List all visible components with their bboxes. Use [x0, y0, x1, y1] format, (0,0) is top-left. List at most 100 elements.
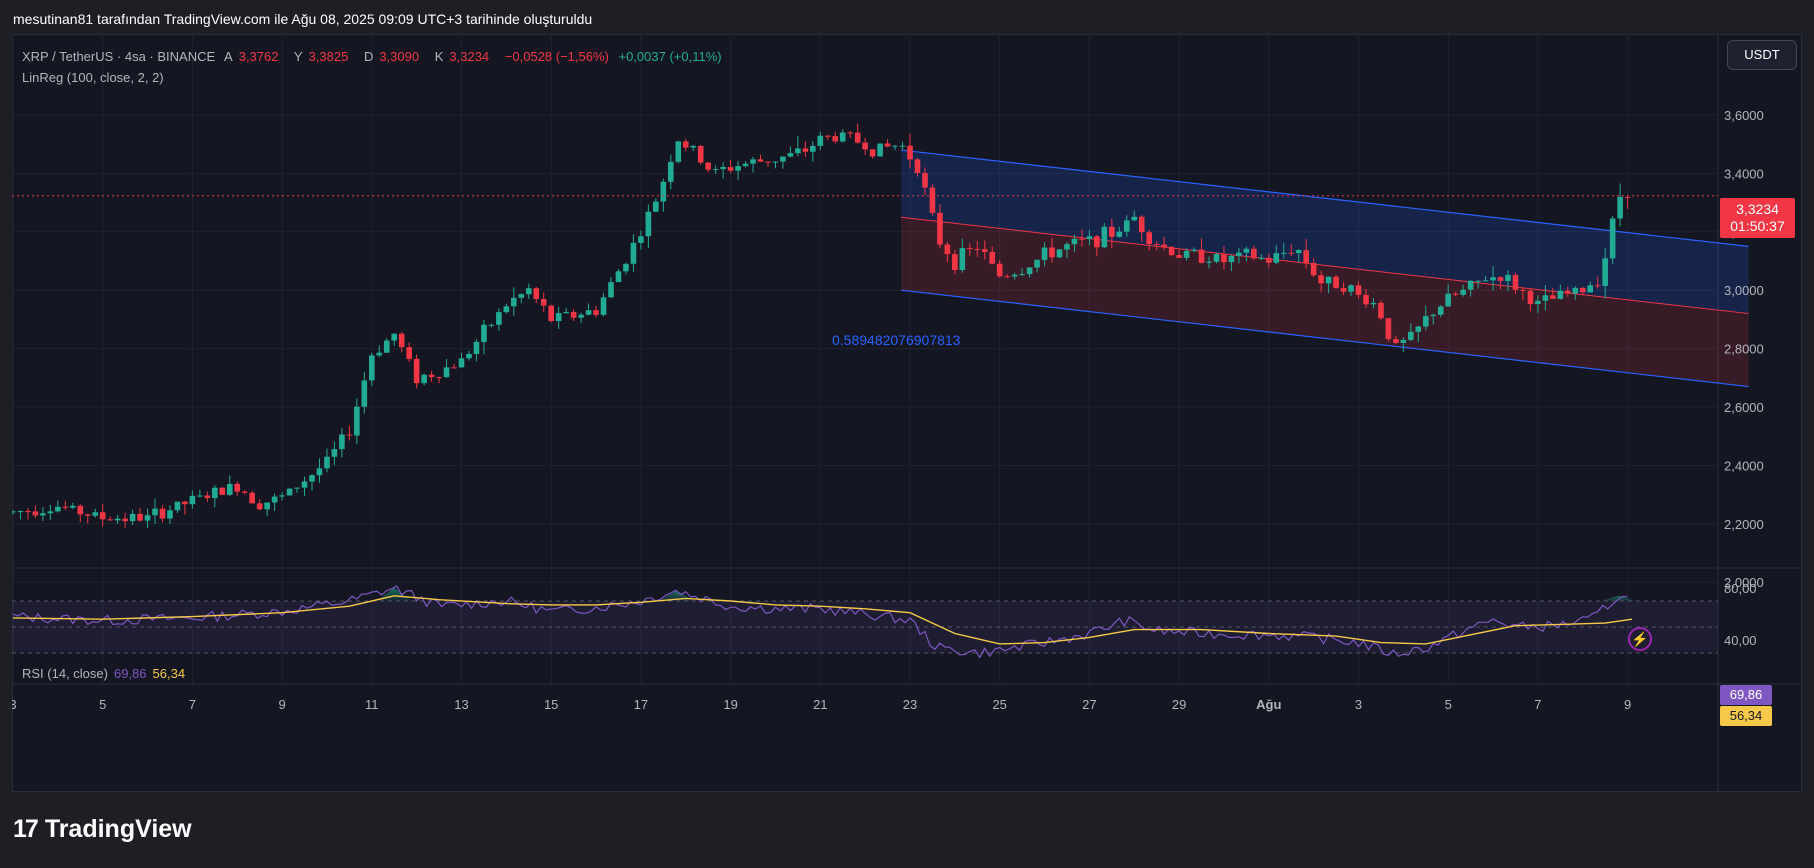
- candle-body: [795, 148, 801, 154]
- lightning-bolt-icon[interactable]: ⚡: [1628, 627, 1652, 651]
- candle-body: [1527, 290, 1534, 305]
- candle-body: [1153, 244, 1160, 246]
- candle-body: [1602, 258, 1608, 286]
- candle-body: [757, 159, 764, 162]
- candle-body: [944, 244, 951, 255]
- candle-body: [839, 132, 846, 142]
- low-label: D: [363, 49, 374, 64]
- logo-mark-icon: 17: [13, 815, 39, 843]
- candle-body: [1280, 252, 1287, 254]
- candle-body: [1363, 294, 1369, 305]
- candle-body: [548, 305, 554, 322]
- candle-body: [197, 495, 203, 497]
- candle-body: [1594, 285, 1601, 287]
- time-tick-label: 13: [454, 697, 468, 712]
- candle-body: [772, 161, 779, 163]
- time-tick-label: 29: [1172, 697, 1186, 712]
- candle-body: [981, 249, 988, 252]
- candle-body: [742, 163, 749, 167]
- candle-body: [727, 166, 734, 171]
- high-label: Y: [293, 49, 303, 64]
- candle-body: [212, 487, 218, 499]
- high-value: 3,3825: [308, 49, 349, 64]
- candle-body: [1624, 196, 1631, 198]
- candle-body: [712, 169, 719, 171]
- candle-body: [720, 166, 726, 170]
- rsi-value: 69,86: [113, 666, 147, 681]
- price-tick-label: 3,4000: [1724, 166, 1764, 181]
- candle-body: [189, 495, 196, 505]
- candle-body: [1378, 302, 1384, 319]
- price-axis[interactable]: 3,60003,40003,20003,00002,80002,60002,40…: [1724, 108, 1764, 590]
- candle-body: [787, 153, 794, 157]
- candle-body: [600, 297, 607, 315]
- candle-body: [1228, 255, 1235, 263]
- candle-body: [1482, 280, 1489, 282]
- candle-body: [1475, 280, 1481, 282]
- candle-body: [428, 374, 435, 378]
- chart-canvas[interactable]: 3,60003,40003,20003,00002,80002,60002,40…: [12, 34, 1802, 792]
- candle-body: [869, 149, 876, 157]
- candle-body: [309, 475, 315, 482]
- time-tick-label: 3: [12, 697, 17, 712]
- candle-body: [645, 211, 652, 237]
- price-tick-label: 2,8000: [1724, 342, 1764, 357]
- currency-button[interactable]: USDT: [1727, 40, 1797, 70]
- time-axis[interactable]: 3 5 7 9 11 13 15 17 19 21 23 25 27 29 Ağu 3 5 7 9: [12, 697, 1631, 712]
- candle-body: [765, 161, 771, 163]
- candle-body: [152, 508, 158, 516]
- candle-body: [107, 519, 113, 521]
- indicator-label[interactable]: LinReg (100, close, 2, 2): [22, 67, 728, 88]
- candle-body: [234, 483, 241, 492]
- candle-body: [854, 132, 861, 143]
- candle-body: [436, 377, 442, 379]
- candle-body: [937, 212, 943, 245]
- candle-body: [1251, 248, 1257, 259]
- candle-body: [735, 166, 741, 171]
- candle-body: [122, 518, 128, 522]
- time-tick-label: 7: [189, 697, 196, 712]
- last-price: 3,3234: [1736, 201, 1779, 217]
- candle-body: [391, 333, 398, 341]
- candle-body: [1116, 231, 1123, 237]
- candle-body: [32, 511, 39, 516]
- candle-body: [62, 506, 69, 508]
- rsi-label[interactable]: RSI (14, close): [22, 666, 108, 681]
- time-tick-label: 5: [1445, 697, 1452, 712]
- candle-body: [780, 156, 786, 162]
- candle-body: [324, 456, 330, 469]
- candle-body: [555, 313, 562, 322]
- change-value: −0,0528 (−1,56%): [504, 49, 609, 64]
- candle-body: [1071, 238, 1078, 245]
- secondary-change: +0,0037 (+0,11%): [618, 49, 722, 64]
- candle-body: [533, 288, 540, 300]
- rsi-legend: RSI (14, close) 69,86 56,34: [22, 666, 185, 681]
- channel-correlation-label: 0.589482076907813: [832, 332, 961, 348]
- candle-body: [690, 145, 697, 148]
- time-tick-label: 11: [365, 697, 379, 712]
- candle-body: [1236, 252, 1242, 256]
- header-bar: mesutinan81 tarafından TradingView.com i…: [0, 0, 1814, 34]
- candle-body: [376, 352, 383, 356]
- candle-body: [1617, 196, 1623, 219]
- candle-body: [496, 312, 502, 325]
- price-tick-label: 3,0000: [1724, 283, 1764, 298]
- candle-body: [511, 297, 517, 307]
- candle-body: [1041, 247, 1048, 260]
- candle-body: [421, 374, 427, 384]
- candle-body: [398, 333, 405, 348]
- bar-countdown: 01:50:37: [1730, 218, 1785, 234]
- candle-body: [824, 135, 831, 137]
- candle-body: [959, 248, 966, 271]
- candle-body: [1445, 293, 1451, 307]
- candle-body: [443, 367, 450, 378]
- candle-body: [1422, 316, 1429, 327]
- candle-body: [668, 161, 674, 182]
- candle-body: [1572, 287, 1579, 294]
- symbol-name[interactable]: XRP / TetherUS · 4sa · BINANCE: [22, 49, 215, 64]
- candle-body: [219, 487, 226, 495]
- candle-body: [585, 310, 592, 315]
- candle-body: [286, 488, 293, 496]
- candle-body: [1049, 247, 1055, 258]
- rsi-tick-label: 40,00: [1724, 633, 1757, 648]
